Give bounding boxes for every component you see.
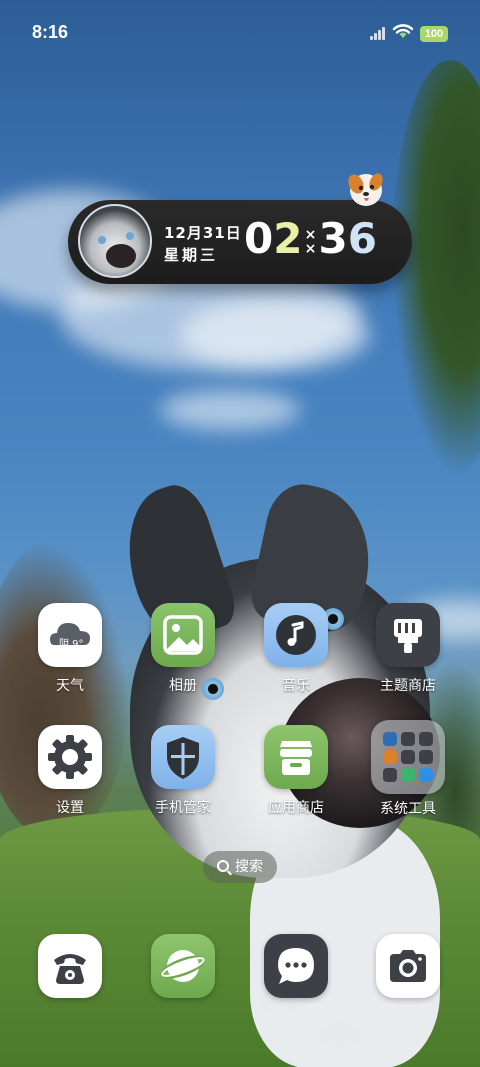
app-system-tools-folder[interactable]: 系统工具	[358, 720, 458, 818]
hour-ones: 2	[273, 214, 303, 263]
app-settings[interactable]: 设置	[20, 725, 120, 817]
gallery-icon	[151, 603, 215, 667]
music-icon	[264, 603, 328, 667]
app-store-icon	[264, 725, 328, 789]
phone-icon	[38, 934, 102, 998]
message-icon	[264, 934, 328, 998]
time-separator: × ×	[302, 228, 318, 256]
app-music[interactable]: 音乐	[246, 603, 346, 695]
app-label: 设置	[56, 800, 84, 816]
husky-avatar	[78, 204, 152, 278]
app-label: 主题商店	[380, 678, 436, 694]
dock-messages[interactable]	[246, 934, 346, 998]
hour-tens: 0	[244, 214, 274, 263]
gear-icon	[38, 725, 102, 789]
wallpaper	[0, 0, 480, 1067]
dock-phone[interactable]	[20, 934, 120, 998]
puppy-sticker-icon	[346, 170, 386, 210]
folder-icon	[371, 720, 445, 794]
widget-date: 12月31日	[164, 224, 242, 242]
search-button[interactable]: 搜索	[203, 851, 277, 883]
dock-camera[interactable]	[358, 934, 458, 998]
app-weather[interactable]: 阴 9° 天气	[20, 603, 120, 695]
theme-store-icon	[376, 603, 440, 667]
app-label: 天气	[56, 678, 84, 694]
camera-icon	[376, 934, 440, 998]
battery-icon: 100	[420, 26, 448, 42]
app-gallery[interactable]: 相册	[133, 603, 233, 695]
search-icon	[217, 860, 229, 872]
app-theme-store[interactable]: 主题商店	[358, 603, 458, 695]
weather-icon: 阴 9°	[38, 603, 102, 667]
widget-clock: 02 × × 36	[244, 214, 377, 264]
app-label: 手机管家	[155, 800, 211, 816]
weather-badge: 阴 9°	[59, 639, 84, 650]
dock-browser[interactable]	[133, 934, 233, 998]
app-app-store[interactable]: 应用商店	[246, 725, 346, 817]
clock-widget[interactable]: 12月31日 星期三 02 × × 36	[68, 200, 412, 284]
status-bar: 8:16 100	[0, 0, 480, 66]
app-phone-manager[interactable]: 手机管家	[133, 725, 233, 817]
minute-ones: 6	[347, 214, 377, 263]
app-label: 音乐	[282, 678, 310, 694]
separator-bottom: ×	[304, 240, 317, 257]
shield-icon	[151, 725, 215, 789]
app-label: 系统工具	[380, 801, 436, 817]
minute-tens: 3	[318, 214, 348, 263]
wifi-icon	[392, 22, 414, 40]
app-label: 应用商店	[268, 800, 324, 816]
separator-top: ×	[304, 226, 317, 243]
browser-icon	[151, 934, 215, 998]
search-label: 搜索	[235, 859, 263, 875]
signal-icon	[370, 26, 386, 40]
widget-weekday: 星期三	[164, 246, 219, 264]
app-label: 相册	[169, 678, 197, 694]
clock-time: 8:16	[32, 22, 69, 42]
